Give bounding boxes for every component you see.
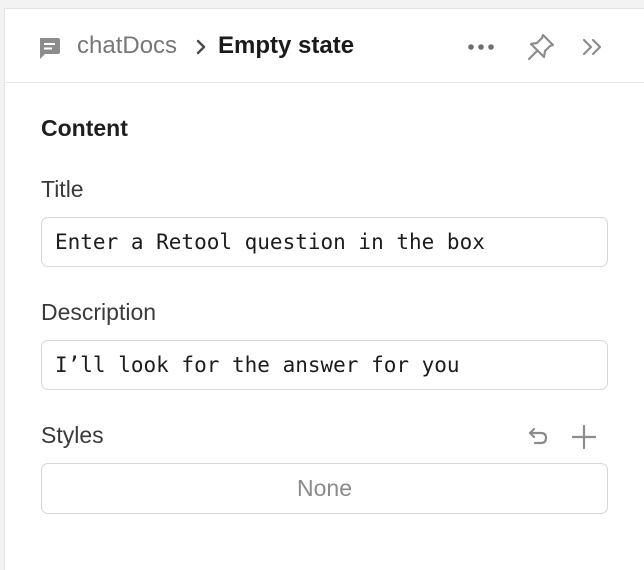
styles-label: Styles: [41, 422, 104, 448]
plus-icon: [571, 424, 597, 450]
collapse-panel-button[interactable]: [575, 29, 611, 65]
section-title-content: Content: [41, 115, 128, 141]
chat-bubble-icon: [40, 38, 60, 59]
add-style-button[interactable]: [568, 421, 600, 453]
inspector-panel: chatDocs Empty state Content Title Enter…: [4, 8, 644, 570]
reset-icon: [528, 427, 548, 445]
description-input[interactable]: [41, 340, 608, 390]
breadcrumb-parent[interactable]: chatDocs: [77, 32, 177, 60]
pin-icon: [527, 33, 555, 61]
more-horizontal-icon: [468, 44, 494, 50]
styles-select[interactable]: None: [41, 463, 608, 514]
description-label: Description: [41, 299, 157, 325]
chevron-right-icon: [196, 39, 206, 55]
more-options-button[interactable]: [463, 29, 499, 65]
panel-header: chatDocs Empty state: [5, 9, 644, 83]
styles-select-value: None: [297, 475, 352, 501]
title-input[interactable]: [41, 217, 608, 267]
breadcrumb-current: Empty state: [218, 32, 355, 59]
title-label: Title: [41, 176, 84, 202]
pin-button[interactable]: [523, 29, 559, 65]
reset-styles-button[interactable]: [521, 421, 553, 453]
double-chevron-right-icon: [582, 38, 602, 56]
